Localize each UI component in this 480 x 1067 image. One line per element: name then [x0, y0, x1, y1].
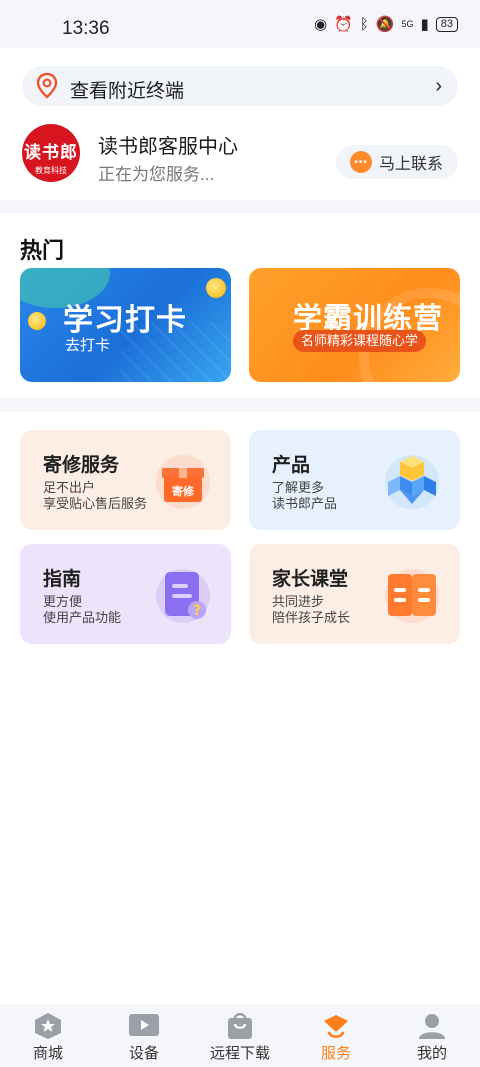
star-hexagon-icon	[35, 1013, 61, 1039]
study-checkin-title: 学习打卡	[63, 304, 187, 337]
cubes-icon	[382, 450, 442, 510]
hot-section: 热门 学习打卡 去打卡 学霸训练营 名师精彩课程随心学	[0, 214, 480, 398]
contact-now-label: 马上联系	[379, 156, 444, 173]
location-pin-icon	[36, 73, 58, 99]
study-checkin-banner[interactable]: 学习打卡 去打卡	[20, 268, 231, 382]
bottom-tab-bar: 商城 设备 远程下载 服务 我的	[0, 1004, 480, 1067]
repair-service-card[interactable]: 寄修服务 足不出户 享受贴心售后服务 寄修	[20, 430, 231, 530]
parent-class-card[interactable]: 家长课堂 共同进步 陪伴孩子成长	[249, 544, 460, 644]
nearby-terminal-bar[interactable]: 查看附近终端 ›	[22, 66, 458, 106]
training-camp-subtitle: 名师精彩课程随心学	[293, 330, 427, 352]
chat-bubble-icon: •••	[350, 151, 372, 173]
status-bar: 13:36 ◉ ⏰ ᛒ 🔕 5G ▮ 83	[0, 0, 480, 48]
network-label: 5G	[401, 19, 414, 29]
repair-service-line2: 享受贴心售后服务	[43, 496, 148, 511]
service-center-subtitle: 正在为您服务...	[98, 165, 215, 184]
status-icons: ◉ ⏰ ᛒ 🔕 5G ▮ 83	[314, 17, 458, 32]
parent-class-title: 家长课堂	[272, 569, 349, 590]
nearby-terminal-label: 查看附近终端	[70, 81, 185, 102]
video-player-icon	[129, 1014, 159, 1036]
brand-logo: 读书郎 教育科技	[22, 124, 80, 182]
coin-icon	[28, 312, 46, 330]
tab-device[interactable]: 设备	[96, 1004, 192, 1067]
service-center-title: 读书郎客服中心	[98, 136, 238, 158]
guide-title: 指南	[43, 569, 82, 590]
product-card[interactable]: 产品 了解更多 读书郎产品	[249, 430, 460, 530]
tab-mine[interactable]: 我的	[384, 1004, 480, 1067]
shopping-bag-icon	[228, 1013, 252, 1039]
training-camp-banner[interactable]: 学霸训练营 名师精彩课程随心学	[249, 268, 460, 382]
tab-remote-download-label: 远程下载	[209, 1045, 270, 1062]
eye-icon: ◉	[313, 16, 328, 33]
status-time: 13:36	[62, 18, 110, 39]
chevron-right-icon: ›	[435, 75, 442, 97]
logo-sub-text: 教育科技	[35, 166, 67, 175]
guide-card[interactable]: 指南 更方便 使用产品功能 ?	[20, 544, 231, 644]
services-section: 寄修服务 足不出户 享受贴心售后服务 寄修 产品 了解更多 读书郎产品 指南 更…	[0, 412, 480, 1004]
repair-service-title: 寄修服务	[43, 455, 120, 476]
signal-icon: ▮	[420, 16, 429, 33]
tab-mine-label: 我的	[416, 1045, 447, 1062]
study-checkin-subtitle: 去打卡	[65, 337, 111, 354]
alarm-icon: ⏰	[334, 16, 353, 33]
user-icon	[419, 1014, 445, 1039]
battery-icon: 83	[435, 17, 458, 32]
bluetooth-icon: ᛒ	[359, 16, 369, 33]
tab-service-label: 服务	[320, 1045, 351, 1062]
repair-box-icon: 寄修	[153, 450, 213, 510]
open-book-icon	[382, 564, 442, 624]
tab-service[interactable]: 服务	[288, 1004, 384, 1067]
tab-device-label: 设备	[128, 1045, 159, 1062]
guide-line2: 使用产品功能	[43, 610, 122, 625]
guide-document-icon: ?	[153, 564, 213, 624]
tab-remote-download[interactable]: 远程下载	[192, 1004, 288, 1067]
contact-now-button[interactable]: ••• 马上联系	[336, 145, 458, 179]
repair-box-label: 寄修	[172, 484, 195, 498]
parent-class-line2: 陪伴孩子成长	[272, 610, 351, 625]
service-header-card: 查看附近终端 › 读书郎 教育科技 读书郎客服中心 正在为您服务... ••• …	[0, 48, 480, 200]
coin-icon	[206, 278, 226, 298]
product-line2: 读书郎产品	[272, 496, 338, 511]
logo-main-text: 读书郎	[24, 143, 78, 162]
hot-section-title: 热门	[20, 238, 65, 263]
svg-text:?: ?	[193, 603, 201, 619]
tab-mall-label: 商城	[32, 1045, 63, 1062]
product-title: 产品	[272, 455, 311, 476]
mute-icon: 🔕	[375, 16, 395, 33]
tab-mall[interactable]: 商城	[0, 1004, 96, 1067]
service-smile-icon	[324, 1015, 348, 1039]
